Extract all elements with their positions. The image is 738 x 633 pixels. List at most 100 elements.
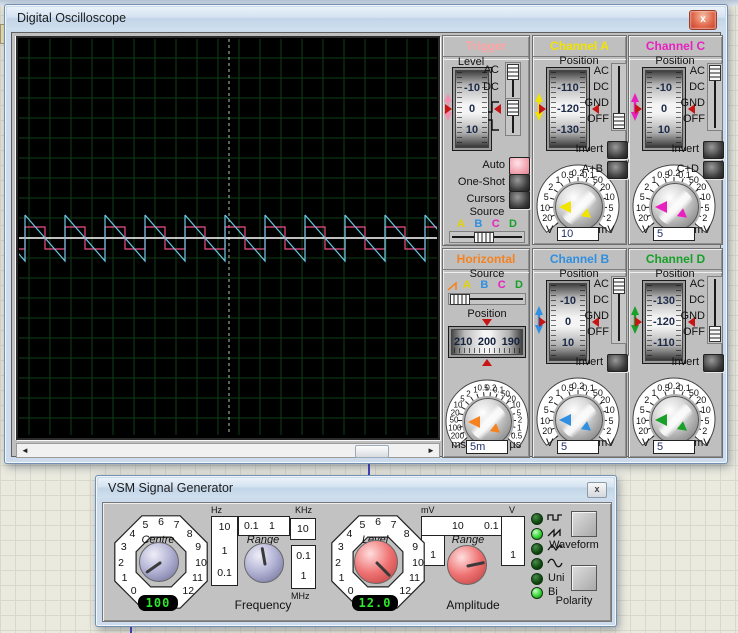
position-wheel[interactable]: -130 -120 -110: [642, 280, 686, 364]
wheel-marker-left: [539, 104, 546, 114]
volts-knob-unit-label: mV: [598, 223, 615, 236]
invert-button[interactable]: [607, 354, 628, 372]
signal-generator-panel: Centre 100 Hz 10 1 0.1 0.1 1 KHz 10 0.1 …: [102, 502, 612, 622]
centre-scale-number: 2: [118, 556, 124, 569]
close-button[interactable]: x: [587, 482, 607, 498]
trigger-source-slider[interactable]: [449, 231, 525, 243]
level-scale-number: 11: [409, 572, 420, 585]
scope-scrollbar[interactable]: ◄ ►: [16, 443, 440, 458]
volts-knob-tick-label: 10: [540, 202, 551, 213]
volts-knob-value[interactable]: 10: [557, 227, 599, 241]
volts-knob-tick-label: 5: [704, 415, 710, 426]
horizontal-source-slider[interactable]: [448, 293, 526, 305]
scale-value: 0.1: [217, 567, 232, 579]
slider-handle[interactable]: [507, 100, 519, 116]
volts-knob-tick-label: 10: [700, 192, 711, 203]
wheel-value: -130: [556, 124, 580, 137]
slider-handle[interactable]: [613, 113, 625, 129]
square-led: [531, 513, 543, 525]
volts-knob-unit-label: mV: [694, 223, 711, 236]
slider-handle[interactable]: [474, 232, 494, 243]
volts-knob-tick-label: 5: [639, 405, 645, 416]
coupling-label: DC: [689, 294, 705, 306]
position-wheel[interactable]: -10 0 10: [642, 67, 686, 151]
scrollbar-thumb[interactable]: [355, 445, 389, 458]
volts-knob[interactable]: [651, 396, 699, 444]
volts-knob-tick-label: 5: [608, 415, 614, 426]
invert-button[interactable]: [703, 141, 724, 159]
signal-generator-titlebar[interactable]: VSM Signal Generator x: [98, 478, 614, 498]
slider-handle[interactable]: [507, 64, 519, 80]
timebase-knob-value[interactable]: 5m: [466, 440, 508, 454]
position-wheel[interactable]: -10 0 10: [546, 280, 590, 364]
polarity-button[interactable]: [571, 565, 597, 591]
volts-knob-value[interactable]: 5: [653, 227, 695, 241]
bi-led: [531, 587, 543, 599]
volts-knob-tick-label: 2: [644, 182, 650, 193]
volts-knob[interactable]: [555, 183, 603, 231]
one-shot-button[interactable]: [509, 174, 530, 192]
coupling-slider[interactable]: [611, 63, 627, 131]
timebase-knob[interactable]: [464, 398, 512, 446]
waveform-button[interactable]: [571, 511, 597, 537]
coupling-label: AC: [593, 278, 609, 290]
invert-button[interactable]: [703, 354, 724, 372]
slider-handle[interactable]: [450, 294, 470, 305]
scale-value: 0.1: [244, 520, 259, 532]
volts-knob[interactable]: [555, 396, 603, 444]
volts-knob-tick-label: 5: [704, 202, 710, 213]
centre-scale-number: 12: [182, 585, 195, 598]
volts-knob-unit-label: mV: [598, 436, 615, 449]
centre-scale-number: 6: [158, 516, 164, 528]
volts-knob-unit-label: mV: [694, 436, 711, 449]
coupling-label: GND: [680, 310, 705, 322]
invert-button[interactable]: [607, 141, 628, 159]
trigger-edge-slider[interactable]: [505, 98, 521, 136]
coupling-slider[interactable]: [707, 63, 723, 131]
horizontal-panel: Horizontal Source ABCD Position 210 200 …: [442, 248, 530, 458]
coupling-slider[interactable]: [611, 276, 627, 344]
centre-knob[interactable]: [139, 542, 179, 582]
scope-display: [0, 36, 506, 440]
horizontal-source-channels: ABCD: [463, 279, 523, 291]
position-wheel[interactable]: -110 -120 -130: [546, 67, 590, 151]
trigger-coupling-slider[interactable]: [505, 62, 521, 100]
sum-button[interactable]: [607, 161, 628, 179]
amplitude-range-knob[interactable]: [447, 545, 487, 585]
scrollbar-right-button[interactable]: ►: [423, 444, 439, 457]
slider-handle[interactable]: [613, 278, 625, 294]
horizontal-position-wheel[interactable]: 210 200 190: [448, 326, 526, 358]
frequency-range-knob[interactable]: [244, 543, 284, 583]
source-channel-d: D: [509, 218, 517, 230]
trigger-title: Trigger: [465, 39, 507, 53]
volts-knob-value[interactable]: 5: [653, 440, 695, 454]
auto-label: Auto: [482, 159, 505, 171]
volts-knob-tick-label: 20: [696, 182, 707, 193]
volts-knob-value[interactable]: 5: [557, 440, 599, 454]
amplitude-range-scale-v: 1: [501, 516, 525, 566]
slider-handle[interactable]: [709, 65, 721, 81]
oscilloscope-titlebar[interactable]: Digital Oscilloscope x: [7, 7, 725, 30]
slider-handle[interactable]: [709, 326, 721, 342]
scope-screen: [0, 39, 506, 435]
volts-knob-tick-label: 5: [608, 202, 614, 213]
close-icon: x: [594, 484, 600, 494]
sum-button[interactable]: [703, 161, 724, 179]
coupling-label: AC: [689, 65, 705, 77]
auto-button[interactable]: [509, 157, 530, 175]
volts-knob-tick-label: 10: [636, 415, 647, 426]
oscilloscope-window: Digital Oscilloscope x ◄ ► Trigger Level: [0, 4, 728, 464]
trigger-level-wheel[interactable]: -10 0 10: [452, 67, 492, 151]
trigger-panel: Trigger Level -10 0 10 AC DC Auto One-Sh…: [442, 35, 530, 246]
volts-knob-tick-label: 1: [555, 387, 561, 398]
close-button[interactable]: x: [689, 10, 717, 30]
volts-knob-tick-label: 20: [600, 395, 611, 406]
scrollbar-left-button[interactable]: ◄: [17, 444, 33, 457]
coupling-slider[interactable]: [707, 276, 723, 344]
volts-knob[interactable]: [651, 183, 699, 231]
scale-value: 1: [430, 549, 436, 561]
volts-knob-tick-label: 2: [702, 426, 708, 437]
level-knob[interactable]: [354, 540, 398, 584]
wheel-value: -110: [653, 337, 675, 350]
volts-knob-tick-label: 1: [651, 174, 657, 185]
